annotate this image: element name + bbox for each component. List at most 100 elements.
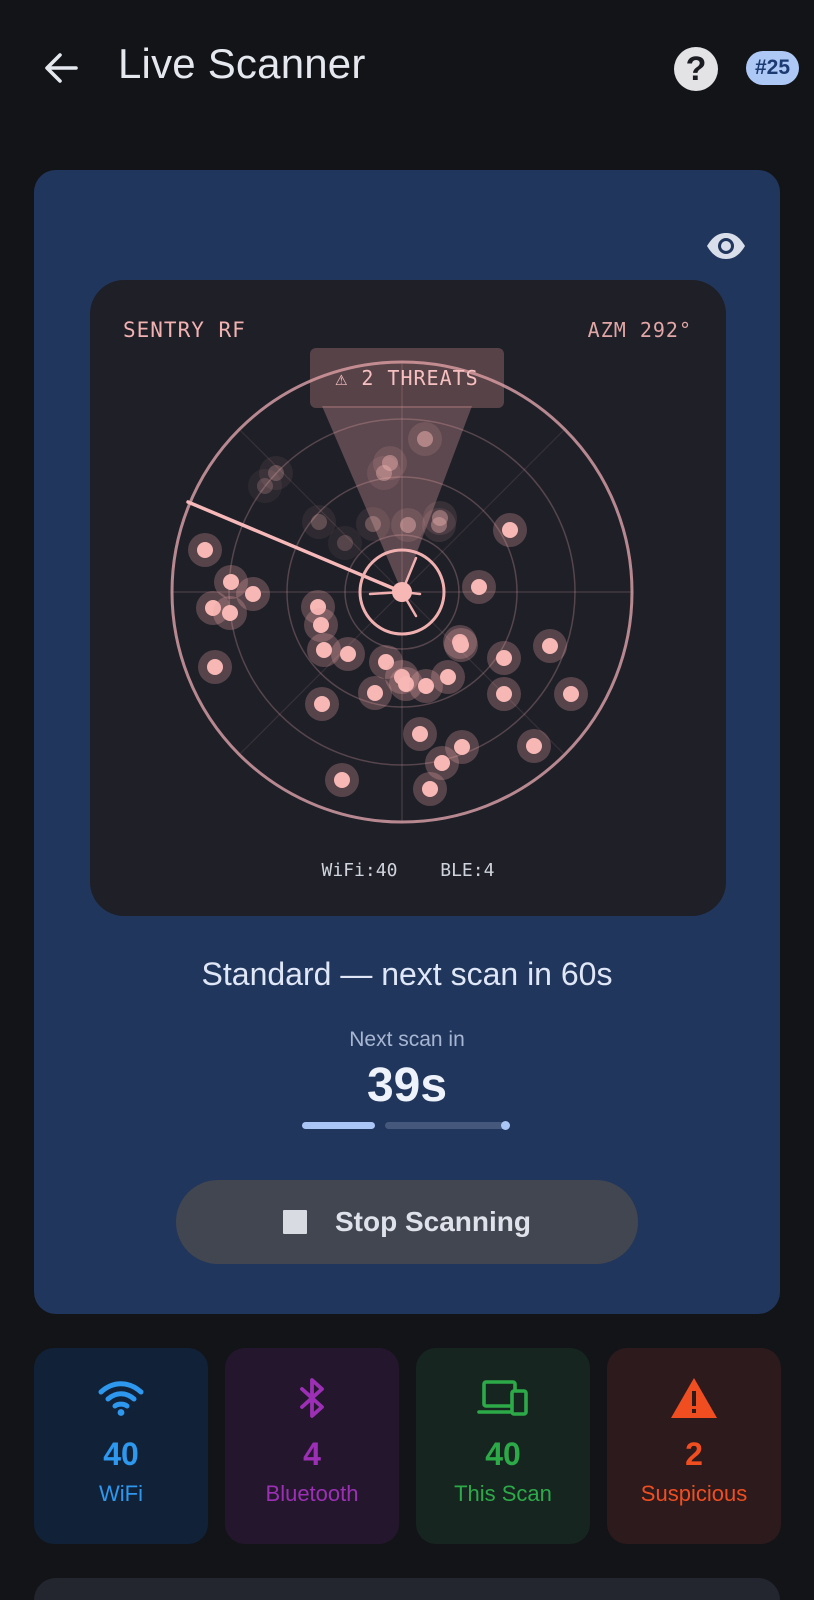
device-blip bbox=[367, 456, 401, 490]
stat-card-wifi[interactable]: 40 WiFi bbox=[34, 1348, 208, 1544]
radar-counts: WiFi:40 BLE:4 bbox=[90, 860, 726, 881]
visibility-toggle[interactable] bbox=[700, 226, 752, 266]
stat-card-suspicious[interactable]: 2 Suspicious bbox=[607, 1348, 781, 1544]
device-blip bbox=[403, 717, 437, 751]
device-blip-core bbox=[454, 739, 470, 755]
stop-scanning-label: Stop Scanning bbox=[335, 1206, 531, 1237]
device-blip-core bbox=[502, 522, 518, 538]
device-blip bbox=[462, 570, 496, 604]
devices-icon bbox=[477, 1380, 528, 1416]
device-blip-core bbox=[412, 726, 428, 742]
device-blip bbox=[328, 526, 362, 560]
device-blip bbox=[444, 628, 478, 662]
device-blip bbox=[487, 641, 521, 675]
back-button[interactable] bbox=[36, 44, 84, 92]
top-app-bar: Live Scanner ? #25 bbox=[0, 0, 814, 140]
bluetooth-icon bbox=[300, 1378, 324, 1418]
stat-card-this-scan[interactable]: 40 This Scan bbox=[416, 1348, 590, 1544]
device-blip-core bbox=[365, 516, 381, 532]
page-title: Live Scanner bbox=[118, 40, 366, 87]
help-circle-icon: ? bbox=[685, 49, 707, 88]
device-blip bbox=[533, 629, 567, 663]
device-blip bbox=[423, 501, 457, 535]
device-blip-core bbox=[496, 650, 512, 666]
suspicious-count: 2 bbox=[685, 1436, 703, 1472]
device-blip bbox=[248, 469, 282, 503]
stop-scanning-button[interactable]: Stop Scanning bbox=[176, 1180, 638, 1264]
device-blip-core bbox=[432, 510, 448, 526]
device-blip bbox=[305, 687, 339, 721]
this-scan-count: 40 bbox=[485, 1436, 521, 1472]
device-blip bbox=[517, 729, 551, 763]
device-blip bbox=[358, 676, 392, 710]
device-blip-core bbox=[245, 586, 261, 602]
device-blip-core bbox=[314, 696, 330, 712]
device-blip bbox=[493, 513, 527, 547]
device-blip-core bbox=[257, 478, 273, 494]
radar-display: SENTRY RF AZM 292° ⚠ 2 THREATS WiFi:40 B… bbox=[90, 280, 726, 916]
device-blip bbox=[487, 677, 521, 711]
device-blip-core bbox=[496, 686, 512, 702]
device-blip-core bbox=[223, 574, 239, 590]
device-blip bbox=[331, 637, 365, 671]
next-section-card bbox=[34, 1578, 780, 1600]
radar-ble-count: BLE:4 bbox=[440, 860, 495, 881]
device-blip-core bbox=[471, 579, 487, 595]
device-blip-core bbox=[417, 431, 433, 447]
radar-azimuth: AZM 292° bbox=[587, 318, 692, 342]
stop-square-icon bbox=[283, 1210, 307, 1234]
radar-wifi-count: WiFi:40 bbox=[321, 860, 398, 881]
bluetooth-count: 4 bbox=[303, 1436, 321, 1472]
eye-icon bbox=[707, 233, 745, 259]
device-blip bbox=[431, 660, 465, 694]
device-blip bbox=[413, 772, 447, 806]
arrow-left-icon bbox=[45, 53, 78, 83]
radar-threat-cone bbox=[322, 406, 472, 592]
device-blip-core bbox=[440, 669, 456, 685]
device-blip-core bbox=[422, 781, 438, 797]
device-blip bbox=[356, 507, 390, 541]
this-scan-label: This Scan bbox=[454, 1481, 552, 1506]
bluetooth-label: Bluetooth bbox=[265, 1481, 359, 1506]
device-blip-core bbox=[337, 535, 353, 551]
device-blip-core bbox=[367, 685, 383, 701]
wifi-count: 40 bbox=[103, 1436, 139, 1472]
next-scan-label: Next scan in bbox=[349, 1028, 465, 1051]
threat-banner[interactable]: ⚠ 2 THREATS bbox=[310, 348, 504, 408]
device-blip-core bbox=[376, 465, 392, 481]
count-badge: #25 bbox=[746, 51, 800, 85]
device-blip bbox=[325, 763, 359, 797]
radar-center-dot bbox=[392, 582, 412, 602]
warning-icon bbox=[671, 1378, 717, 1418]
device-blip-core bbox=[542, 638, 558, 654]
device-blip bbox=[391, 508, 425, 542]
device-blip-core bbox=[222, 605, 238, 621]
device-blip-core bbox=[400, 517, 416, 533]
help-button[interactable]: ? bbox=[674, 47, 718, 91]
device-blip bbox=[198, 650, 232, 684]
device-blip-core bbox=[563, 686, 579, 702]
radar-brand: SENTRY RF bbox=[123, 318, 246, 342]
scan-mode-text: Standard — next scan in 60s bbox=[201, 956, 613, 992]
device-blip bbox=[236, 577, 270, 611]
device-blip-core bbox=[207, 659, 223, 675]
scan-progress-end-dot bbox=[501, 1121, 510, 1130]
stat-card-bluetooth[interactable]: 4 Bluetooth bbox=[225, 1348, 399, 1544]
device-blip-core bbox=[340, 646, 356, 662]
device-blip-core bbox=[453, 637, 469, 653]
device-blip-core bbox=[313, 617, 329, 633]
scan-progress-track bbox=[385, 1122, 507, 1129]
device-blip-core bbox=[316, 642, 332, 658]
device-blip-core bbox=[311, 514, 327, 530]
wifi-icon bbox=[98, 1381, 144, 1416]
suspicious-label: Suspicious bbox=[640, 1481, 748, 1506]
wifi-label: WiFi bbox=[99, 1481, 143, 1506]
countdown-value: 39s bbox=[366, 1059, 448, 1112]
device-blip-core bbox=[334, 772, 350, 788]
device-blip-core bbox=[434, 755, 450, 771]
device-blip-core bbox=[526, 738, 542, 754]
scanner-card: SENTRY RF AZM 292° ⚠ 2 THREATS WiFi:40 B… bbox=[34, 170, 780, 1314]
scan-progress-fill bbox=[302, 1122, 375, 1129]
device-blip bbox=[554, 677, 588, 711]
device-blip bbox=[188, 533, 222, 567]
